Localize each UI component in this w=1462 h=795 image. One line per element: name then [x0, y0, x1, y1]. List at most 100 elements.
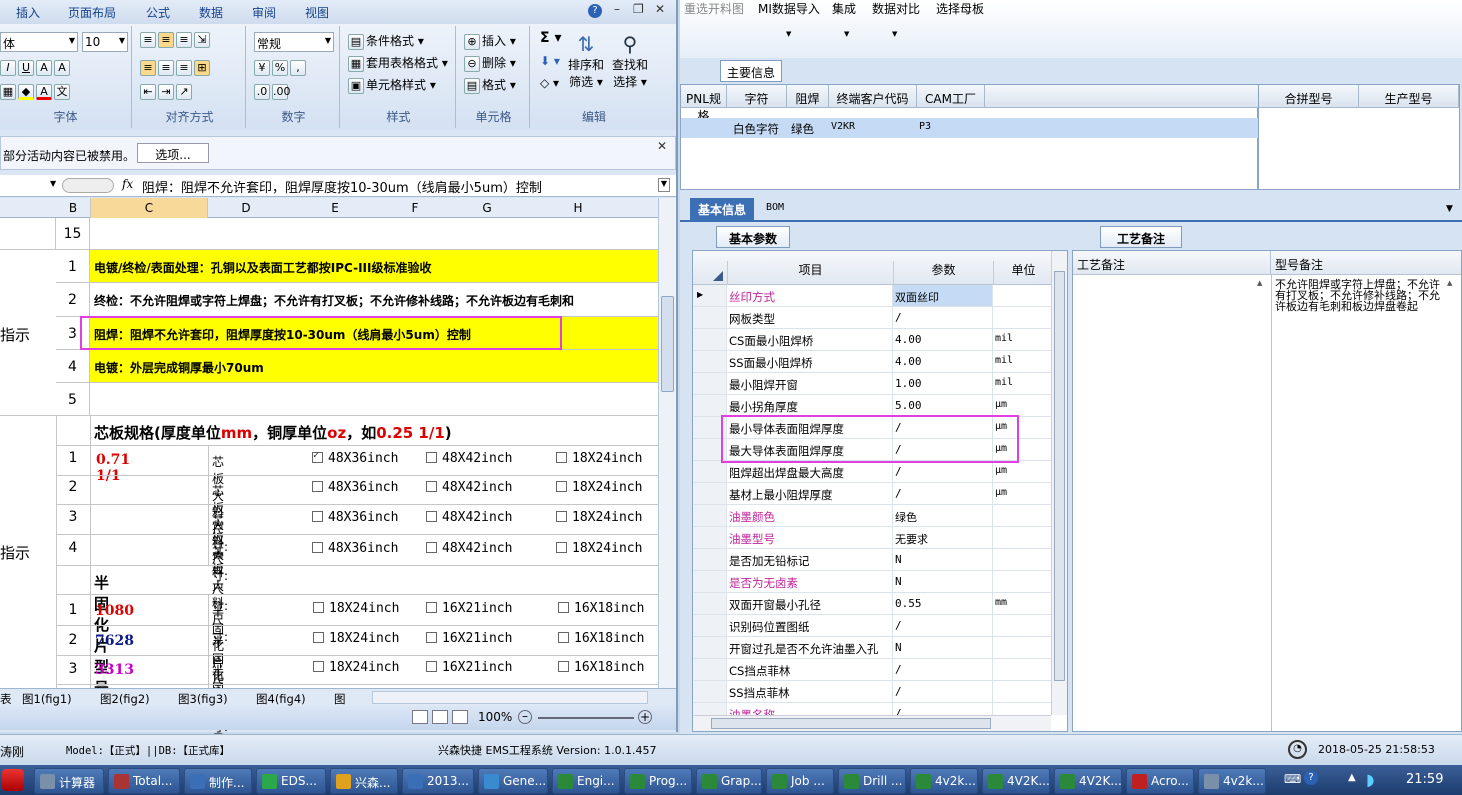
zoom-slider[interactable] [538, 717, 634, 719]
row-selector[interactable]: ▶ [693, 285, 727, 306]
delete-button[interactable]: ⊖ 删除 ▾ [464, 54, 516, 72]
orientation-icon[interactable]: ↗ [176, 84, 192, 100]
page-layout-view-icon[interactable] [432, 710, 448, 724]
clear-icon[interactable]: ◇ ▾ [540, 76, 559, 90]
param-value[interactable]: / [893, 659, 993, 680]
vertical-scrollbar[interactable] [658, 198, 676, 688]
tab-basic-info[interactable]: 基本信息 [690, 198, 754, 220]
restore-icon[interactable]: ❐ [633, 2, 644, 16]
sheet-tab[interactable]: 图1(fig1) [22, 691, 72, 707]
size-checkbox[interactable]: 18X24inch [313, 601, 399, 616]
start-icon[interactable] [2, 769, 24, 791]
tray-help-icon[interactable]: ? [1304, 771, 1318, 785]
format-button[interactable]: ▤ 格式 ▾ [464, 76, 516, 94]
font-color-icon[interactable]: A [36, 84, 52, 100]
row-selector[interactable] [693, 571, 727, 592]
sort-filter-button[interactable]: ⇅ 排序和 筛选 ▾ [568, 32, 604, 90]
param-value[interactable]: / [893, 461, 993, 482]
sheet-tab[interactable]: 图 [334, 691, 346, 707]
row-selector[interactable] [693, 549, 727, 570]
taskbar-item[interactable]: Total... [108, 768, 180, 794]
underline-icon[interactable]: U [18, 60, 34, 76]
process-remarks-tab[interactable]: 工艺备注 [1100, 226, 1182, 248]
column-header-F[interactable]: F [386, 201, 444, 215]
row-selector[interactable] [693, 483, 727, 504]
menu-item[interactable]: 集成 [832, 0, 856, 17]
size-checkbox[interactable]: 48X42inch [426, 541, 512, 556]
menu-item[interactable]: 选择母板 [936, 0, 984, 17]
options-button[interactable]: 选项... [137, 143, 209, 163]
size-checkbox[interactable]: 18X24inch [313, 660, 399, 675]
param-row[interactable]: 基材上最小阻焊厚度 / μm [693, 483, 1053, 505]
row-selector[interactable] [693, 329, 727, 350]
sheet-tab[interactable]: 图4(fig4) [256, 691, 306, 707]
decrease-decimal-icon[interactable]: .00 [272, 84, 291, 100]
table-row[interactable]: 白色字符 绿色 V2KR P3 [681, 118, 1259, 138]
align-right-icon[interactable]: ≡ [176, 60, 192, 76]
find-select-button[interactable]: ⚲ 查找和 选择 ▾ [610, 32, 650, 90]
param-value[interactable]: 0.55 [893, 593, 993, 614]
param-row[interactable]: 最小拐角厚度 5.00 μm [693, 395, 1053, 417]
tray-network-icon[interactable]: ◗ [1366, 770, 1374, 789]
core-title[interactable]: 芯板规格(厚度单位mm，铜厚单位oz，如0.25 1/1) [94, 422, 452, 443]
param-value[interactable]: / [893, 483, 993, 504]
size-checkbox[interactable]: 16X21inch [426, 601, 512, 616]
cell-C2[interactable]: 终检：不允许阻焊或字符上焊盘；不允许有打叉板；不允许修补线路；不允许板边有毛刺和 [94, 283, 658, 316]
taskbar-item[interactable]: Prog... [624, 768, 692, 794]
taskbar-item[interactable]: Gene... [478, 768, 548, 794]
param-value[interactable]: 双面丝印 [893, 285, 993, 306]
zoom-out-icon[interactable]: + [638, 710, 652, 724]
basic-params-tab[interactable]: 基本参数 [716, 226, 790, 248]
tab-bom[interactable]: BOM [766, 202, 784, 213]
size-checkbox[interactable]: 48X42inch [426, 510, 512, 525]
size-checkbox[interactable]: 48X36inch [312, 541, 398, 556]
expand-formula-icon[interactable]: ▼ [658, 178, 670, 192]
row-selector[interactable] [693, 373, 727, 394]
taskbar-item[interactable]: 制作... [184, 768, 252, 794]
params-vertical-scrollbar[interactable] [1051, 251, 1067, 715]
param-value[interactable]: 无要求 [893, 527, 993, 548]
comma-icon[interactable]: , [290, 60, 306, 76]
column-header-G[interactable]: G [444, 201, 530, 215]
row-selector[interactable] [693, 395, 727, 416]
size-checkbox[interactable]: 16X18inch [558, 601, 644, 616]
param-row[interactable]: 是否加无铅标记 N [693, 549, 1053, 571]
phonetic-icon[interactable]: 文 [54, 84, 70, 100]
borders-icon[interactable]: ▦ [0, 84, 16, 100]
sheet-tab[interactable]: 图3(fig3) [178, 691, 228, 707]
row-selector[interactable] [693, 593, 727, 614]
size-checkbox[interactable]: 18X24inch [556, 480, 642, 495]
cell-C4[interactable]: 电镀：外层完成铜厚最小70um [94, 350, 658, 382]
model-remark-text[interactable]: 不允许阻焊或字符上焊盘；不允许有打叉板；不允许修补线路；不允许板边有毛刺和板边焊… [1275, 279, 1443, 312]
fill-icon[interactable]: ⬇ ▾ [540, 54, 560, 68]
grow-font-icon[interactable]: A [36, 60, 52, 76]
taskbar-item[interactable]: 4v2k... [910, 768, 978, 794]
chevron-down-icon[interactable]: ▼ [844, 30, 849, 38]
cell-style-button[interactable]: ▣ 单元格样式 ▾ [348, 76, 436, 94]
shrink-font-icon[interactable]: A [54, 60, 70, 76]
taskbar-item[interactable]: Job ... [766, 768, 834, 794]
tab-insert[interactable]: 插入 [16, 4, 40, 21]
size-checkbox[interactable]: 48X36inch [312, 450, 398, 466]
param-value[interactable]: 绿色 [893, 505, 993, 526]
param-row[interactable]: ▶ 丝印方式 双面丝印 [693, 285, 1053, 307]
row-selector[interactable] [693, 527, 727, 548]
currency-icon[interactable]: ¥ [254, 60, 270, 76]
param-row[interactable]: CS挡点菲林 / [693, 659, 1053, 681]
param-row[interactable]: 是否为无卤素 N [693, 571, 1053, 593]
menu-item[interactable]: MI数据导入 [758, 0, 820, 17]
row-selector[interactable] [693, 307, 727, 328]
size-checkbox[interactable]: 48X42inch [426, 480, 512, 495]
autosum-icon[interactable]: Σ ▾ [540, 30, 561, 46]
column-header-D[interactable]: D [208, 201, 284, 215]
param-row[interactable]: 开窗过孔是否不允许油墨入孔 N [693, 637, 1053, 659]
taskbar-item[interactable]: 计算器 [34, 768, 104, 794]
size-checkbox[interactable]: 48X36inch [312, 480, 398, 495]
param-value[interactable]: N [893, 549, 993, 570]
param-row[interactable]: 双面开窗最小孔径 0.55 mm [693, 593, 1053, 615]
align-center-icon[interactable]: ≡ [158, 60, 174, 76]
size-checkbox[interactable]: 16X18inch [558, 660, 644, 675]
formula-input[interactable]: 阻焊：阻焊不允许套印，阻焊厚度按10-30um（线肩最小5um）控制 [142, 177, 652, 196]
font-size-select[interactable]: 10 ▼ [82, 32, 128, 52]
table-format-button[interactable]: ▦ 套用表格格式 ▾ [348, 54, 448, 72]
